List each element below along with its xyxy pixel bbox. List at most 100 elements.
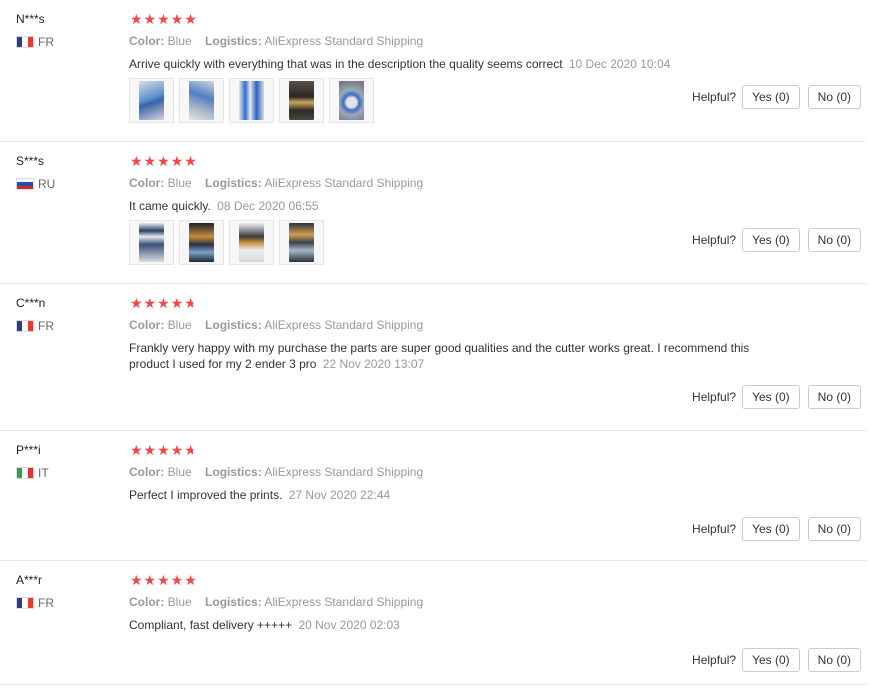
helpful-label: Helpful? xyxy=(692,653,737,667)
helpful-yes-button[interactable]: Yes (0) xyxy=(742,85,800,109)
photo-parts-on-white xyxy=(139,223,164,262)
helpful-label: Helpful? xyxy=(692,522,737,536)
star-rating: ★★★★★ xyxy=(130,295,194,311)
review-text: Arrive quickly with everything that was … xyxy=(129,56,789,72)
review-date: 10 Dec 2020 10:04 xyxy=(568,57,671,71)
review-text: Frankly very happy with my purchase the … xyxy=(129,340,789,372)
helpful-votes: Helpful? Yes (0) No (0) xyxy=(692,648,861,672)
helpful-votes: Helpful? Yes (0) No (0) xyxy=(692,228,861,252)
logistics-value: AliExpress Standard Shipping xyxy=(264,465,424,479)
review-content: Perfect I improved the prints. xyxy=(129,488,283,502)
helpful-no-button[interactable]: No (0) xyxy=(807,385,861,409)
review-photo-thumb[interactable] xyxy=(229,78,274,123)
review-date: 27 Nov 2020 22:44 xyxy=(288,488,391,502)
logistics-value: AliExpress Standard Shipping xyxy=(264,318,424,332)
country-code: IT xyxy=(38,466,49,480)
flag-ru-icon xyxy=(16,178,34,190)
reviewer-name: P***i xyxy=(16,443,41,457)
color-label: Color: xyxy=(129,34,165,48)
reviewer-country: FR xyxy=(16,35,54,49)
reviewer-name: C***n xyxy=(16,296,46,310)
color-label: Color: xyxy=(129,318,165,332)
logistics-value: AliExpress Standard Shipping xyxy=(264,34,424,48)
color-value: Blue xyxy=(167,318,192,332)
photo-blue-cable-coil xyxy=(139,81,164,120)
helpful-yes-button[interactable]: Yes (0) xyxy=(742,517,800,541)
review-item: C***n FR ★★★★★ Color: Blue Logistics: Al… xyxy=(0,284,867,431)
flag-fr-icon xyxy=(16,320,34,332)
country-code: FR xyxy=(38,319,54,333)
helpful-yes-button[interactable]: Yes (0) xyxy=(742,648,800,672)
reviewer-country: RU xyxy=(16,177,55,191)
logistics-value: AliExpress Standard Shipping xyxy=(264,595,424,609)
star-rating: ★★★★★ xyxy=(130,11,198,27)
photo-blue-cable-roll xyxy=(339,81,364,120)
reviewer-name: A***r xyxy=(16,573,43,587)
review-photos xyxy=(129,78,374,123)
review-date: 08 Dec 2020 06:55 xyxy=(217,199,319,213)
logistics-label: Logistics: xyxy=(205,595,262,609)
helpful-votes: Helpful? Yes (0) No (0) xyxy=(692,517,861,541)
country-code: FR xyxy=(38,35,54,49)
review-photo-thumb[interactable] xyxy=(179,78,224,123)
color-label: Color: xyxy=(129,465,165,479)
helpful-votes: Helpful? Yes (0) No (0) xyxy=(692,85,861,109)
helpful-no-button[interactable]: No (0) xyxy=(807,648,861,672)
reviewer-name: N***s xyxy=(16,12,45,26)
photo-fittings-dark xyxy=(289,223,314,262)
review-photo-thumb[interactable] xyxy=(279,78,324,123)
logistics-label: Logistics: xyxy=(205,318,262,332)
review-meta: Color: Blue Logistics: AliExpress Standa… xyxy=(129,465,423,479)
flag-fr-icon xyxy=(16,36,34,48)
review-text: It came quickly. 08 Dec 2020 06:55 xyxy=(129,198,789,214)
country-code: FR xyxy=(38,596,54,610)
review-content: It came quickly. xyxy=(129,199,211,213)
review-photo-thumb[interactable] xyxy=(279,220,324,265)
color-value: Blue xyxy=(167,595,192,609)
review-text: Perfect I improved the prints. 27 Nov 20… xyxy=(129,487,789,503)
flag-fr-icon xyxy=(16,597,34,609)
review-list: N***s FR ★★★★★ Color: Blue Logistics: Al… xyxy=(0,0,888,688)
helpful-label: Helpful? xyxy=(692,90,737,104)
helpful-label: Helpful? xyxy=(692,233,737,247)
star-rating: ★★★★★ xyxy=(130,153,198,169)
helpful-no-button[interactable]: No (0) xyxy=(807,85,861,109)
helpful-no-button[interactable]: No (0) xyxy=(807,517,861,541)
review-date: 22 Nov 2020 13:07 xyxy=(322,357,425,371)
star-rating: ★★★★★ xyxy=(130,442,194,458)
helpful-no-button[interactable]: No (0) xyxy=(807,228,861,252)
logistics-value: AliExpress Standard Shipping xyxy=(264,176,424,190)
flag-it-icon xyxy=(16,467,34,479)
photo-blue-tubing-pair xyxy=(239,81,264,120)
review-item: P***i IT ★★★★★ Color: Blue Logistics: Al… xyxy=(0,431,867,561)
color-value: Blue xyxy=(167,465,192,479)
reviewer-name: S***s xyxy=(16,154,45,168)
review-photo-thumb[interactable] xyxy=(329,78,374,123)
photo-blue-cable-bag xyxy=(189,81,214,120)
country-code: RU xyxy=(38,177,56,191)
logistics-label: Logistics: xyxy=(205,176,262,190)
review-item: S***s RU ★★★★★ Color: Blue Logistics: Al… xyxy=(0,142,867,284)
review-content: Frankly very happy with my purchase the … xyxy=(129,341,750,371)
review-photo-thumb[interactable] xyxy=(229,220,274,265)
review-item: A***r FR ★★★★★ Color: Blue Logistics: Al… xyxy=(0,561,867,685)
star-rating: ★★★★★ xyxy=(130,572,198,588)
photo-nozzles-dark xyxy=(189,223,214,262)
photo-nozzles-light xyxy=(239,223,264,262)
review-meta: Color: Blue Logistics: AliExpress Standa… xyxy=(129,318,423,332)
reviewer-country: FR xyxy=(16,596,54,610)
review-photo-thumb[interactable] xyxy=(179,220,224,265)
logistics-label: Logistics: xyxy=(205,465,262,479)
helpful-yes-button[interactable]: Yes (0) xyxy=(742,228,800,252)
color-value: Blue xyxy=(167,176,192,190)
color-label: Color: xyxy=(129,176,165,190)
review-photo-thumb[interactable] xyxy=(129,78,174,123)
review-item: N***s FR ★★★★★ Color: Blue Logistics: Al… xyxy=(0,0,867,142)
helpful-yes-button[interactable]: Yes (0) xyxy=(742,385,800,409)
photo-hotend-parts xyxy=(289,81,314,120)
reviewer-country: IT xyxy=(16,466,49,480)
review-meta: Color: Blue Logistics: AliExpress Standa… xyxy=(129,176,423,190)
review-meta: Color: Blue Logistics: AliExpress Standa… xyxy=(129,34,423,48)
review-text: Compliant, fast delivery +++++ 20 Nov 20… xyxy=(129,617,789,633)
review-photo-thumb[interactable] xyxy=(129,220,174,265)
